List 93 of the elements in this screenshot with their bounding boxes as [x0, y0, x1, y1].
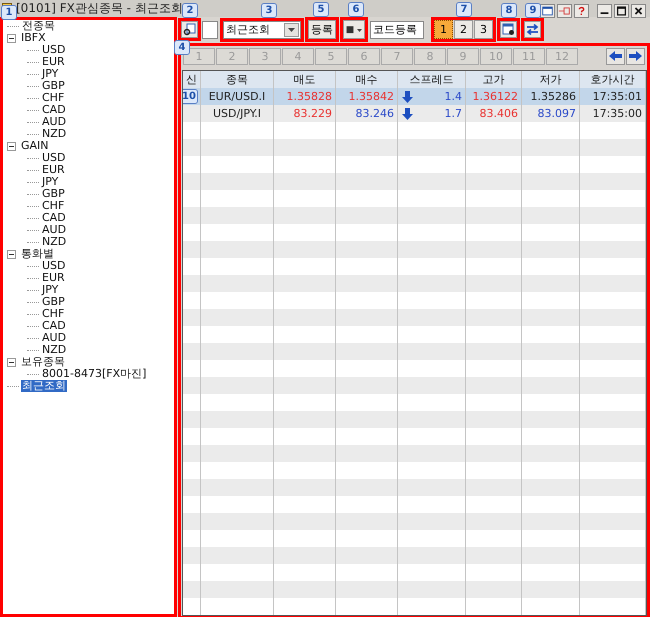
column-header: 호가시간 [590, 73, 634, 86]
table-cell: 83.406 [480, 107, 518, 120]
annotation-marker: 2 [182, 3, 198, 18]
table-cell: 1.35828 [286, 90, 332, 103]
tree-item[interactable]: AUD [41, 332, 68, 344]
tree-item[interactable]: 전종목 [21, 20, 56, 32]
annotation-marker: 7 [456, 2, 472, 17]
table-cell: 83.097 [538, 107, 576, 120]
page-button[interactable]: 1 [434, 20, 453, 39]
table-cell: 1.36122 [472, 90, 518, 103]
table-cell: USD/JPY.I [212, 107, 262, 120]
input-field[interactable] [202, 20, 218, 38]
help-icon[interactable] [574, 4, 589, 18]
code-field[interactable]: 코드등록 [370, 20, 424, 38]
annotation-marker: 10 [183, 89, 198, 104]
tree-item[interactable]: GBP [41, 296, 66, 308]
tree-item[interactable]: EUR [41, 164, 66, 176]
tree-item[interactable]: EUR [41, 56, 66, 68]
tree-item[interactable]: CAD [41, 104, 67, 116]
tree-item[interactable]: GAIN [20, 140, 50, 152]
tree-item[interactable]: CHF [41, 308, 66, 320]
tree-item[interactable]: JPY [41, 284, 60, 296]
swap-icon [526, 23, 539, 36]
column-header: 스프레드 [410, 73, 454, 86]
arrow-down-icon [401, 108, 414, 120]
tree-item[interactable]: USD [41, 152, 67, 164]
tree-item[interactable]: USD [41, 260, 67, 272]
register-button[interactable]: 등록 [308, 20, 336, 39]
table-row[interactable]: USD/JPY.I 83.229 83.246 1.7 83.406 83.097 17:35:00 [183, 105, 646, 122]
tree-item[interactable]: 통화별 [20, 248, 55, 260]
tree-item[interactable]: GBP [41, 80, 66, 92]
table-cell: 1.35286 [530, 90, 576, 103]
tree-item[interactable]: CHF [41, 200, 66, 212]
tree-item[interactable]: GBP [41, 188, 66, 200]
tree-item[interactable]: CAD [41, 212, 67, 224]
annotation-marker: 4 [174, 40, 190, 55]
table-cell: 1.35842 [348, 90, 394, 103]
column-header: 저가 [540, 73, 562, 86]
column-header: 매도 [294, 73, 316, 86]
tree-item[interactable]: AUD [41, 224, 68, 236]
collapse-icon[interactable] [7, 34, 16, 42]
annotation-marker: 9 [525, 3, 541, 18]
group-dropdown[interactable]: 최근조회 [223, 20, 301, 38]
column-header: 신 [186, 73, 197, 86]
page-button[interactable]: 3 [474, 20, 493, 39]
tree-item[interactable]: JPY [41, 68, 60, 80]
tree-item[interactable]: CHF [41, 92, 66, 104]
collapse-icon[interactable] [7, 358, 16, 366]
color-dropdown[interactable]: ■ [343, 20, 365, 39]
annotation-marker: 3 [261, 2, 277, 18]
table-cell: 17:35:00 [592, 107, 642, 120]
tree-item[interactable]: NZD [41, 236, 68, 248]
annotation-marker: 8 [501, 3, 517, 18]
column-header: 매수 [356, 73, 378, 86]
tree-item[interactable]: IBFX [20, 32, 47, 44]
caret-icon [357, 28, 362, 32]
tree-item[interactable]: JPY [41, 176, 60, 188]
search-icon [183, 23, 196, 36]
arrow-left-icon [609, 50, 622, 62]
minimize-icon[interactable] [597, 4, 612, 18]
table-row[interactable]: 10 EUR/USD.I 1.35828 1.35842 1.4 1.36122 1.35286 17:35:01 [183, 88, 646, 105]
caret-icon [288, 28, 295, 32]
tree-item[interactable]: CAD [41, 320, 67, 332]
table-cell-text: 1.7 [444, 106, 462, 122]
tree-item[interactable]: AUD [41, 116, 68, 128]
table-cell: EUR/USD.I [208, 90, 266, 103]
tree-item[interactable]: USD [41, 44, 67, 56]
table-cell: 83.246 [356, 107, 394, 120]
maximize-icon[interactable] [614, 4, 629, 18]
tree-item[interactable]: 8001-8473[FX마진] [41, 368, 148, 380]
tree-item[interactable]: NZD [41, 128, 68, 140]
table-cell: 17:35:01 [592, 90, 642, 103]
table-cell: 83.229 [294, 107, 332, 120]
annotation-marker: 1 [1, 5, 17, 20]
column-header: 고가 [482, 73, 504, 86]
arrow-right-icon [629, 50, 642, 62]
close-icon[interactable] [631, 4, 646, 18]
tree-item[interactable]: 최근조회 [21, 380, 67, 392]
table-cell-text: 1.4 [444, 89, 462, 105]
annotation-marker: 5 [313, 2, 329, 17]
window-title: [0101] FX관심종목 - 최근조회 [16, 0, 183, 17]
previous-button[interactable] [606, 48, 625, 64]
page-button[interactable]: 2 [454, 20, 473, 39]
arrow-down-icon [401, 90, 414, 102]
column-header: 종목 [226, 73, 248, 86]
tree-item[interactable]: 보유종목 [20, 356, 66, 368]
window-icon[interactable] [540, 4, 555, 18]
collapse-icon[interactable] [7, 250, 16, 258]
collapse-icon[interactable] [7, 142, 16, 150]
tree-item[interactable]: NZD [41, 344, 68, 356]
next-button[interactable] [626, 48, 645, 64]
annotation-marker: 6 [348, 2, 364, 17]
tree-item[interactable]: EUR [41, 272, 66, 284]
